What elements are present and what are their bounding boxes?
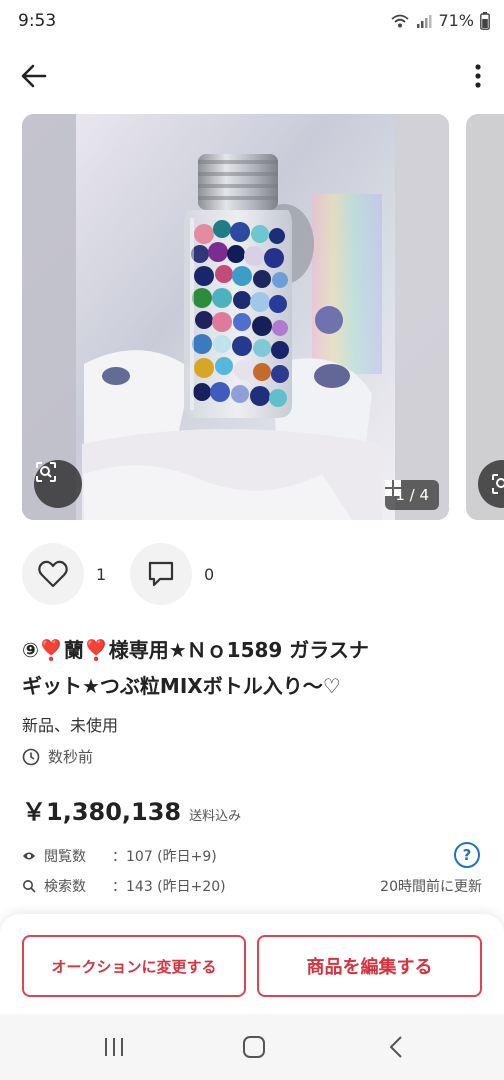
battery-icon xyxy=(480,11,490,30)
status-icons: 71% xyxy=(390,11,490,30)
recents-button[interactable] xyxy=(94,1032,134,1062)
search-icon xyxy=(23,880,36,893)
price-row: ￥1,380,138 送料込み xyxy=(22,792,241,827)
product-photo xyxy=(22,114,449,520)
comment-button[interactable] xyxy=(130,543,192,605)
status-time: 9:53 xyxy=(18,11,57,31)
search-stat: 検索数 ：143 (昨日+20) xyxy=(22,876,226,896)
price: ￥1,380,138 xyxy=(22,798,182,826)
item-actions: 1 0 xyxy=(22,543,238,605)
back-button[interactable] xyxy=(14,58,54,94)
like-count: 1 xyxy=(96,564,107,584)
arrow-left-icon xyxy=(21,64,47,88)
wifi-icon xyxy=(390,13,410,29)
search-value: ：143 (昨日+20) xyxy=(112,879,226,895)
search-label: 検索数 xyxy=(44,879,86,895)
like-button[interactable] xyxy=(22,543,84,605)
edit-item-button[interactable]: 商品を編集する xyxy=(257,935,482,997)
lens-scan-icon xyxy=(492,474,504,494)
views-label: 閲覧数 xyxy=(44,849,86,865)
change-to-auction-button[interactable]: オークションに変更する xyxy=(22,935,246,997)
image-page-counter[interactable]: 1 / 4 xyxy=(385,480,439,510)
posted-time: 数秒前 xyxy=(22,746,93,767)
home-button[interactable] xyxy=(234,1032,274,1062)
help-icon[interactable]: ? xyxy=(454,842,480,868)
image-search-button[interactable] xyxy=(34,460,82,508)
grid-icon xyxy=(385,480,402,496)
lens-scan-icon xyxy=(36,462,56,482)
chevron-left-icon xyxy=(389,1036,402,1058)
updated-time: 20時間前に更新 xyxy=(380,879,482,895)
battery-text: 71% xyxy=(438,11,474,30)
shipping-note: 送料込み xyxy=(189,809,242,824)
system-back-button[interactable] xyxy=(376,1032,416,1062)
image-gallery[interactable]: 1 / 4 xyxy=(0,114,504,522)
eye-icon xyxy=(23,852,35,860)
item-title: ⑨❣️蘭❣️様専用★Ｎｏ1589 ガラスナ ギット★つぶ粒MIXボトル入り〜♡ xyxy=(22,632,488,704)
image-search-button-next[interactable] xyxy=(478,460,504,508)
product-image-slide[interactable]: 1 / 4 xyxy=(22,114,449,520)
clock-icon xyxy=(22,748,40,765)
app-bar xyxy=(0,44,504,108)
status-bar: 9:53 71% xyxy=(0,0,504,44)
views-value: ：107 (昨日+9) xyxy=(112,849,217,865)
bottom-action-panel: オークションに変更する 商品を編集する xyxy=(0,914,504,1014)
system-nav-bar xyxy=(0,1014,504,1080)
comment-count: 0 xyxy=(204,564,215,584)
item-title-line-2: ギット★つぶ粒MIXボトル入り〜♡ xyxy=(22,674,341,698)
next-image-slide[interactable] xyxy=(466,114,504,520)
views-stat: 閲覧数 ：107 (昨日+9) xyxy=(22,846,217,866)
home-icon xyxy=(243,1036,265,1058)
more-vertical-icon xyxy=(475,64,481,88)
posted-time-text: 数秒前 xyxy=(48,748,94,766)
item-condition: 新品、未使用 xyxy=(22,716,119,735)
heart-icon xyxy=(38,560,68,588)
recents-icon xyxy=(105,1038,123,1056)
item-title-line-1: ⑨❣️蘭❣️様専用★Ｎｏ1589 ガラスナ xyxy=(22,638,369,662)
signal-icon xyxy=(416,13,432,29)
comment-icon xyxy=(148,561,174,587)
more-options-button[interactable] xyxy=(466,58,490,94)
